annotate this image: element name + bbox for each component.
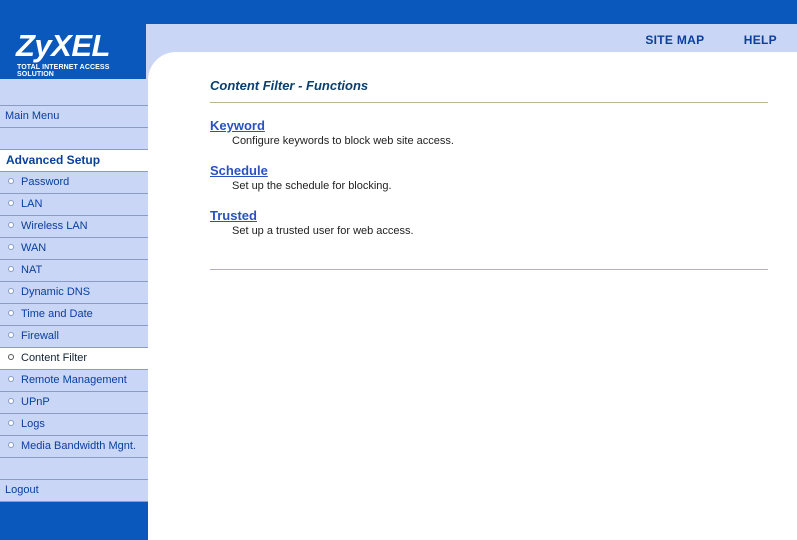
sidebar-item-dynamic-dns[interactable]: Dynamic DNS xyxy=(0,281,148,303)
sidebar-item-label: Password xyxy=(21,176,70,188)
bullet-icon xyxy=(8,200,14,207)
trusted-link[interactable]: Trusted xyxy=(210,208,257,224)
title-divider xyxy=(210,102,768,103)
main-content: Content Filter - Functions Keyword Config… xyxy=(210,78,768,270)
bullet-icon xyxy=(8,332,14,339)
sidebar-item-time-and-date[interactable]: Time and Date xyxy=(0,303,148,325)
site-map-link[interactable]: SITE MAP xyxy=(645,33,704,47)
sidebar-item-label: WAN xyxy=(21,242,47,254)
sidebar-item-nat[interactable]: NAT xyxy=(0,259,148,281)
main-menu-link[interactable]: Main Menu xyxy=(0,105,148,127)
sidebar-item-content-filter[interactable]: Content Filter xyxy=(0,347,148,369)
sidebar: Main Menu Advanced Setup Password LAN Wire… xyxy=(0,79,148,540)
logo-tagline: Total Internet Access Solution xyxy=(17,64,110,78)
sidebar-gap xyxy=(0,127,148,149)
bullet-icon xyxy=(8,354,14,361)
bullet-icon xyxy=(8,266,14,273)
function-entry: Keyword Configure keywords to block web s… xyxy=(210,115,768,148)
sidebar-item-upnp[interactable]: UPnP xyxy=(0,391,148,413)
advanced-setup-heading: Advanced Setup xyxy=(0,149,148,171)
sidebar-item-firewall[interactable]: Firewall xyxy=(0,325,148,347)
sidebar-spacer xyxy=(0,79,148,105)
sidebar-item-label: Media Bandwidth Mgnt. xyxy=(21,440,136,452)
sidebar-item-media-bandwidth-mgnt[interactable]: Media Bandwidth Mgnt. xyxy=(0,435,148,457)
sidebar-item-wan[interactable]: WAN xyxy=(0,237,148,259)
bullet-icon xyxy=(8,376,14,383)
sidebar-item-label: Wireless LAN xyxy=(21,220,88,232)
sidebar-item-password[interactable]: Password xyxy=(0,171,148,193)
sidebar-item-label: Content Filter xyxy=(21,352,88,364)
help-link[interactable]: HELP xyxy=(744,33,777,47)
bullet-icon xyxy=(8,442,14,449)
sidebar-item-label: Time and Date xyxy=(21,308,93,320)
logout-link[interactable]: Logout xyxy=(0,479,148,501)
sidebar-item-lan[interactable]: LAN xyxy=(0,193,148,215)
sidebar-item-label: Firewall xyxy=(21,330,59,342)
sidebar-divider xyxy=(0,501,148,502)
sidebar-item-label: LAN xyxy=(21,198,43,210)
sidebar-item-label: NAT xyxy=(21,264,43,276)
function-description: Configure keywords to block web site acc… xyxy=(232,135,454,147)
function-description: Set up a trusted user for web access. xyxy=(232,225,414,237)
keyword-link[interactable]: Keyword xyxy=(210,118,265,134)
logo-brand: ZyXEL xyxy=(16,28,110,63)
bullet-icon xyxy=(8,310,14,317)
sidebar-item-logs[interactable]: Logs xyxy=(0,413,148,435)
sidebar-item-wireless-lan[interactable]: Wireless LAN xyxy=(0,215,148,237)
bullet-icon xyxy=(8,398,14,405)
sidebar-item-label: Logs xyxy=(21,418,45,430)
function-description: Set up the schedule for blocking. xyxy=(232,180,392,192)
sidebar-item-label: UPnP xyxy=(21,396,50,408)
bottom-divider xyxy=(210,269,768,270)
sidebar-item-label: Dynamic DNS xyxy=(21,286,91,298)
header-links: SITE MAP HELP xyxy=(609,33,777,47)
bullet-icon xyxy=(8,244,14,251)
page-title: Content Filter - Functions xyxy=(210,78,369,93)
schedule-link[interactable]: Schedule xyxy=(210,163,268,179)
function-entry: Trusted Set up a trusted user for web acc… xyxy=(210,205,768,238)
function-entry: Schedule Set up the schedule for blocking… xyxy=(210,160,768,193)
sidebar-item-label: Remote Management xyxy=(21,374,127,386)
bullet-icon xyxy=(8,420,14,427)
bullet-icon xyxy=(8,222,14,229)
bullet-icon xyxy=(8,288,14,295)
bullet-icon xyxy=(8,178,14,185)
sidebar-gap xyxy=(0,457,148,479)
zyxel-logo: ZyXEL Total Internet Access Solution xyxy=(0,24,146,79)
sidebar-item-remote-management[interactable]: Remote Management xyxy=(0,369,148,391)
